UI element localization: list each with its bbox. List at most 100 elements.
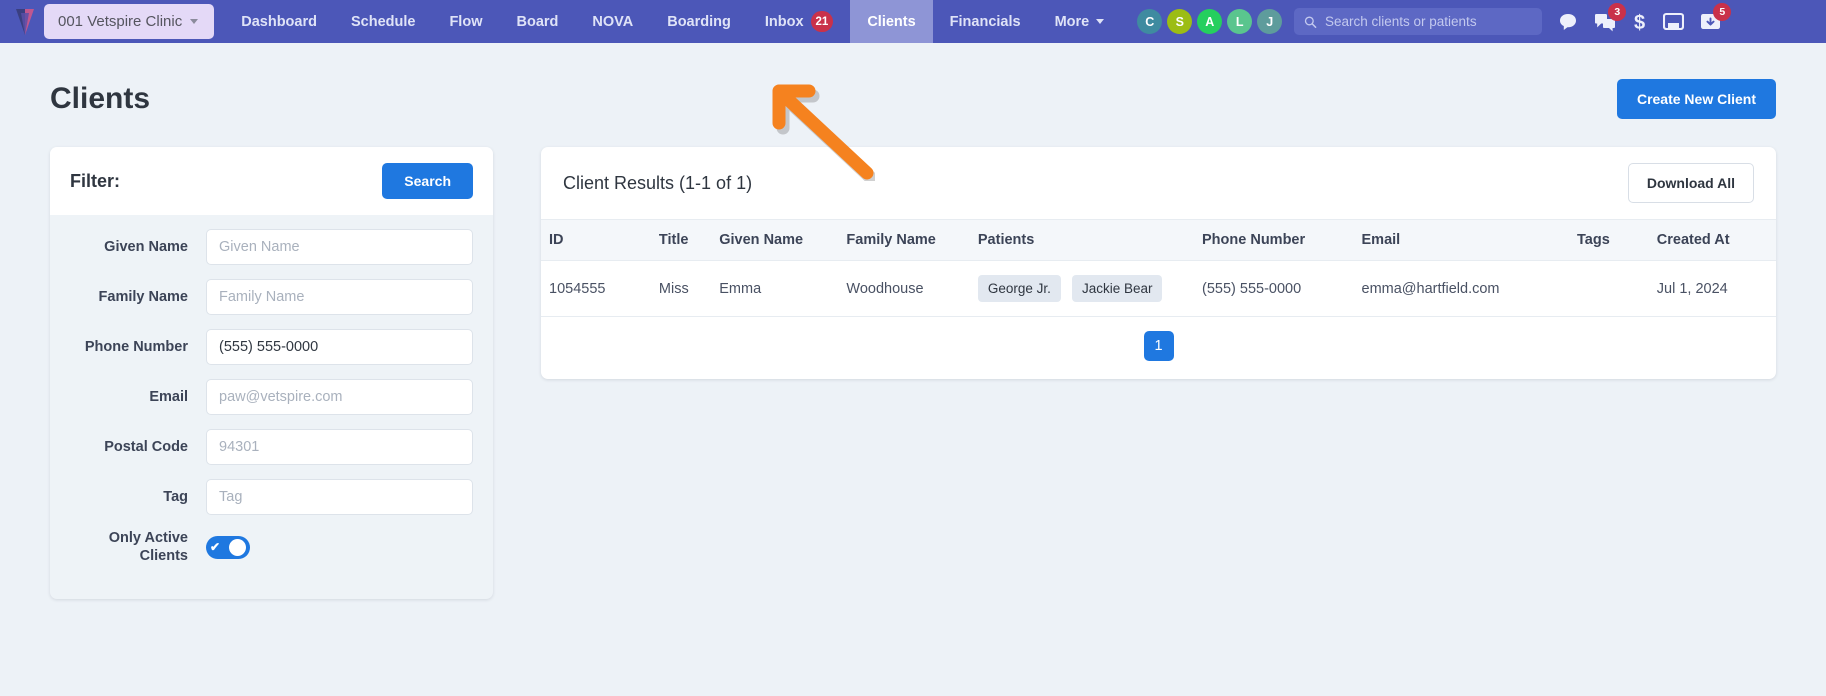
search-icon xyxy=(1305,15,1317,28)
user-avatars: C S A L J xyxy=(1137,9,1283,34)
inbox-count-badge: 21 xyxy=(810,11,834,32)
field-row-only-active-clients: Only Active Clients ✔ xyxy=(70,529,473,565)
check-icon: ✔ xyxy=(210,540,221,555)
tag-input[interactable] xyxy=(206,479,473,515)
cell-title: Miss xyxy=(650,260,712,317)
nav-items: Dashboard Schedule Flow Board NOVA Board… xyxy=(224,0,1121,43)
chat-bubble-icon[interactable] xyxy=(1558,12,1578,32)
avatar[interactable]: A xyxy=(1197,9,1223,34)
nav-item-more[interactable]: More xyxy=(1038,0,1122,43)
nav-label: NOVA xyxy=(592,13,634,30)
column-header-given-name[interactable]: Given Name xyxy=(711,219,839,261)
chevron-down-icon xyxy=(190,19,199,24)
pagination: 1 xyxy=(541,317,1776,379)
nav-label: Schedule xyxy=(350,13,416,30)
column-header-tags[interactable]: Tags xyxy=(1569,219,1649,261)
column-header-title[interactable]: Title xyxy=(650,219,712,261)
pagination-page-1[interactable]: 1 xyxy=(1143,331,1174,361)
dollar-sign-icon[interactable]: $ xyxy=(1632,11,1647,33)
results-header: Client Results (1-1 of 1) Download All xyxy=(541,147,1776,219)
column-header-family-name[interactable]: Family Name xyxy=(838,219,970,261)
cell-created-at: Jul 1, 2024 xyxy=(1648,260,1776,317)
only-active-clients-label: Only Active Clients xyxy=(108,530,188,565)
page-content: Clients Create New Client Filter: Search… xyxy=(0,43,1826,600)
nav-item-inbox[interactable]: Inbox 21 xyxy=(748,0,850,43)
nav-label: More xyxy=(1054,13,1090,30)
avatar[interactable]: J xyxy=(1257,9,1283,34)
nav-item-clients[interactable]: Clients xyxy=(850,0,933,43)
page-header: Clients Create New Client xyxy=(50,43,1776,147)
table-header: ID Title Given Name Family Name Patients… xyxy=(541,219,1776,261)
cell-phone: (555) 555-0000 xyxy=(1194,260,1354,317)
cell-tags xyxy=(1569,260,1649,317)
given-name-label: Given Name xyxy=(104,238,188,255)
global-search[interactable] xyxy=(1294,8,1543,35)
filter-heading: Filter: xyxy=(70,170,121,191)
patient-chip[interactable]: Jackie Bear xyxy=(1071,275,1163,302)
column-header-email[interactable]: Email xyxy=(1353,219,1570,261)
column-header-created-at[interactable]: Created At xyxy=(1648,219,1776,261)
postal-code-input[interactable] xyxy=(206,429,473,465)
mail-count-badge: 5 xyxy=(1713,3,1732,21)
client-results-panel: Client Results (1-1 of 1) Download All I… xyxy=(541,147,1776,379)
clinic-selector-label: 001 Vetspire Clinic xyxy=(58,13,183,30)
table-header-row: ID Title Given Name Family Name Patients… xyxy=(541,219,1776,261)
right-icon-group: 3 $ 5 xyxy=(1558,2,1732,33)
filter-panel-header: Filter: Search xyxy=(50,147,493,215)
family-name-label: Family Name xyxy=(98,288,188,305)
comments-icon[interactable]: 3 xyxy=(1594,2,1627,32)
phone-number-label: Phone Number xyxy=(84,338,188,355)
phone-number-input[interactable] xyxy=(206,329,473,365)
vetspire-logo-icon[interactable] xyxy=(12,7,38,37)
client-results-table: ID Title Given Name Family Name Patients… xyxy=(541,219,1776,317)
nav-item-nova[interactable]: NOVA xyxy=(575,0,650,43)
svg-text:$: $ xyxy=(1634,12,1645,33)
avatar[interactable]: C xyxy=(1137,9,1163,34)
nav-item-financials[interactable]: Financials xyxy=(933,0,1038,43)
column-header-phone[interactable]: Phone Number xyxy=(1194,219,1354,261)
column-header-patients[interactable]: Patients xyxy=(969,219,1195,261)
results-title: Client Results (1-1 of 1) xyxy=(563,172,753,193)
field-row-postal-code: Postal Code xyxy=(70,429,473,465)
nav-label: Dashboard xyxy=(241,13,317,30)
cell-given-name: Emma xyxy=(711,260,839,317)
search-input[interactable] xyxy=(1324,14,1533,29)
field-row-email: Email xyxy=(70,379,473,415)
filter-panel-body: Given Name Family Name Phone Number Emai… xyxy=(50,215,493,599)
toggle-knob xyxy=(229,538,246,556)
email-label: Email xyxy=(149,388,188,405)
postal-code-label: Postal Code xyxy=(104,438,188,455)
nav-label: Financials xyxy=(949,13,1021,30)
mail-download-icon[interactable]: 5 xyxy=(1700,3,1732,31)
create-new-client-button[interactable]: Create New Client xyxy=(1616,79,1776,119)
field-row-family-name: Family Name xyxy=(70,279,473,315)
avatar[interactable]: L xyxy=(1227,9,1253,34)
chevron-down-icon xyxy=(1096,19,1105,24)
email-input[interactable] xyxy=(206,379,473,415)
nav-item-schedule[interactable]: Schedule xyxy=(334,0,432,43)
cell-id: 1054555 xyxy=(541,260,651,317)
clinic-selector[interactable]: 001 Vetspire Clinic xyxy=(44,4,215,39)
avatar[interactable]: S xyxy=(1167,9,1193,34)
nav-item-board[interactable]: Board xyxy=(499,0,575,43)
cell-email: emma@hartfield.com xyxy=(1353,260,1570,317)
page-title: Clients xyxy=(50,82,151,115)
nav-item-flow[interactable]: Flow xyxy=(432,0,499,43)
nav-item-dashboard[interactable]: Dashboard xyxy=(224,0,334,43)
given-name-input[interactable] xyxy=(206,229,473,265)
nav-item-boarding[interactable]: Boarding xyxy=(650,0,748,43)
nav-label: Boarding xyxy=(667,13,731,30)
download-all-button[interactable]: Download All xyxy=(1627,163,1754,203)
filter-search-button[interactable]: Search xyxy=(382,163,473,199)
cell-family-name: Woodhouse xyxy=(838,260,970,317)
table-row[interactable]: 1054555 Miss Emma Woodhouse George Jr. J… xyxy=(541,260,1776,317)
tag-label: Tag xyxy=(163,488,188,505)
comments-count-badge: 3 xyxy=(1608,2,1627,21)
inbox-tray-icon[interactable] xyxy=(1663,12,1685,31)
only-active-clients-toggle[interactable]: ✔ xyxy=(206,535,250,559)
family-name-input[interactable] xyxy=(206,279,473,315)
patient-chip[interactable]: George Jr. xyxy=(977,275,1061,302)
field-row-phone-number: Phone Number xyxy=(70,329,473,365)
field-row-tag: Tag xyxy=(70,479,473,515)
column-header-id[interactable]: ID xyxy=(541,219,651,261)
